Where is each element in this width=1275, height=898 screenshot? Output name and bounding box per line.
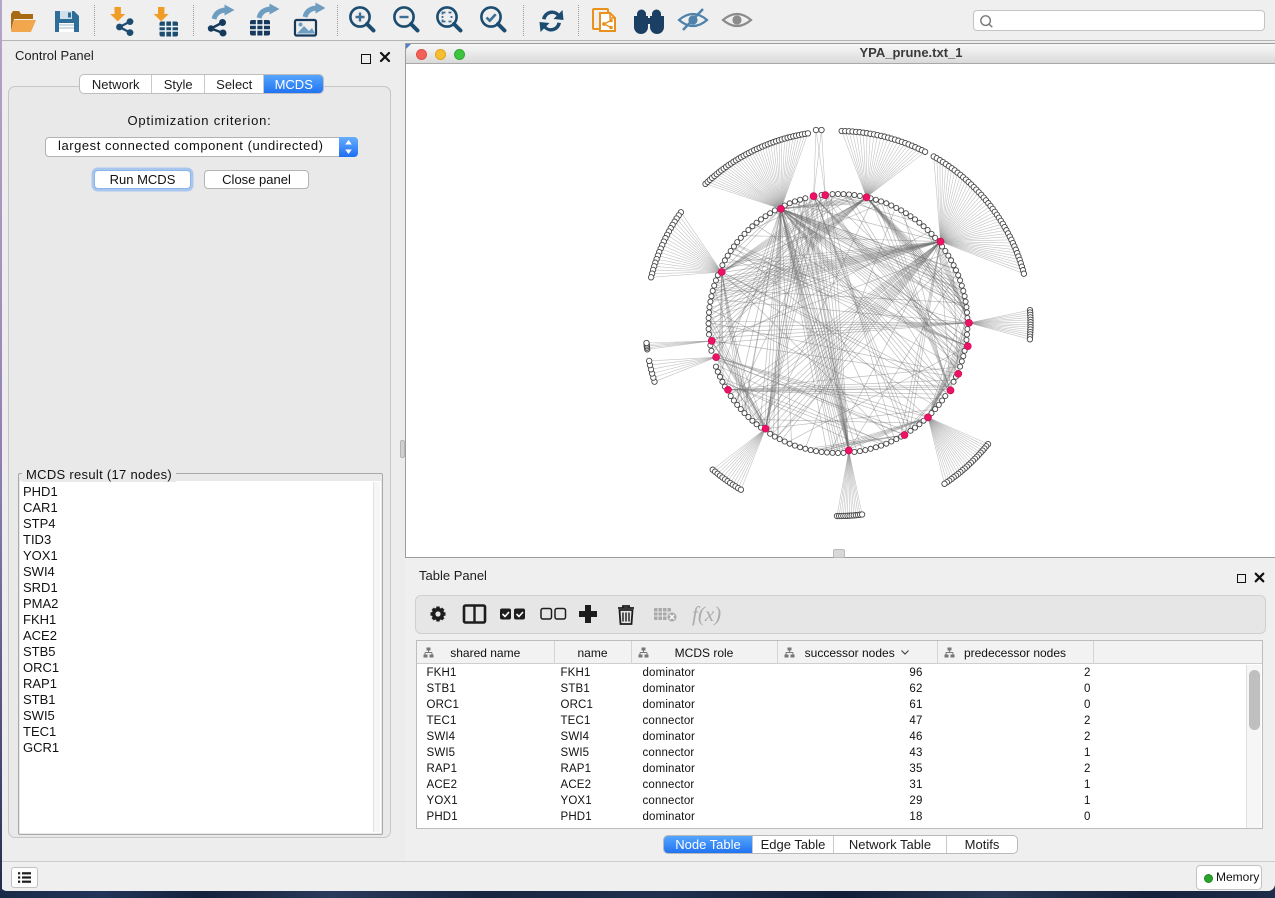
svg-text:f(x): f(x): [692, 602, 721, 626]
